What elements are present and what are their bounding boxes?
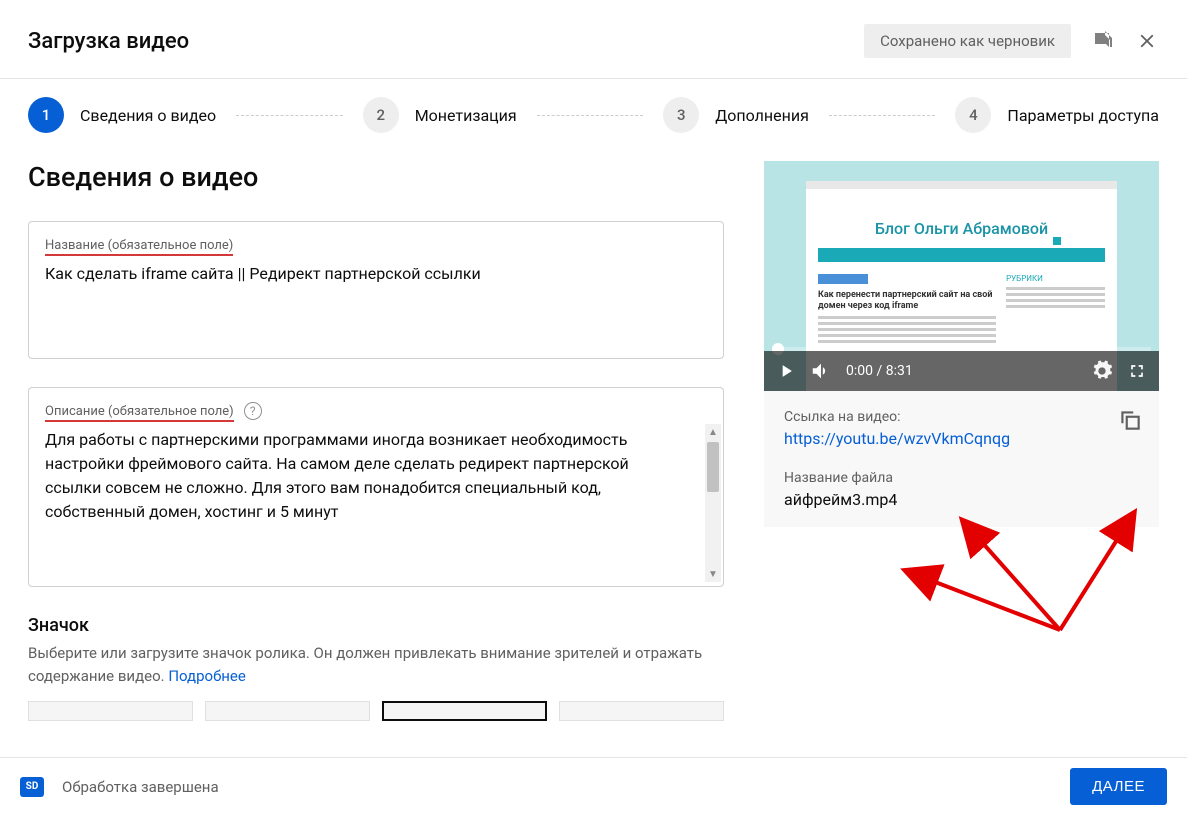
description-field[interactable]: Описание (обязательное поле) ? Для работ… [28,387,724,587]
filename-label: Название файла [784,470,1139,486]
step-label: Сведения о видео [80,106,216,125]
step-label: Монетизация [415,106,517,125]
feedback-icon[interactable] [1091,29,1115,53]
details-column: Сведения о видео Название (обязательное … [28,161,724,751]
volume-icon[interactable] [810,360,832,382]
player-controls: 0:00 / 8:31 [764,351,1159,391]
processing-status: Обработка завершена [62,778,1070,796]
step-connector [537,115,644,116]
step-monetization[interactable]: 2 Монетизация [363,97,517,133]
step-label: Дополнения [715,106,809,125]
play-icon[interactable] [776,361,796,381]
step-connector [829,115,936,116]
description-input[interactable]: Для работы с партнерскими программами ин… [45,428,707,574]
preview-article-title: Как перенести партнерский сайт на свой д… [818,290,996,312]
player-time: 0:00 / 8:31 [846,363,913,379]
video-preview[interactable]: Блог Ольги Абрамовой Как перенести партн… [764,161,1159,391]
step-details[interactable]: 1 Сведения о видео [28,97,216,133]
thumbnail-option[interactable] [205,701,370,721]
draft-status-badge: Сохранено как черновик [864,24,1071,58]
step-number: 1 [28,97,64,133]
title-input[interactable]: Как сделать iframe сайта || Редирект пар… [45,262,707,286]
preview-sidebar-title: РУБРИКИ [1006,274,1105,283]
step-label: Параметры доступа [1007,106,1159,125]
thumbnail-options [28,701,724,721]
scroll-up-icon[interactable]: ▲ [705,424,721,440]
next-button[interactable]: ДАЛЕЕ [1070,768,1167,805]
title-label: Название (обязательное поле) [45,238,233,256]
upload-stepper: 1 Сведения о видео 2 Монетизация 3 Допол… [0,79,1187,151]
filename-value: айфрейм3.mp4 [784,490,1139,509]
description-scrollbar[interactable]: ▲ ▼ [705,424,721,582]
copy-link-button[interactable] [1117,407,1143,437]
title-field[interactable]: Название (обязательное поле) Как сделать… [28,221,724,359]
settings-icon[interactable] [1091,360,1113,382]
thumbnail-option[interactable] [559,701,724,721]
scroll-down-icon[interactable]: ▼ [705,566,721,582]
close-icon[interactable] [1135,29,1159,53]
dialog-footer: SD Обработка завершена ДАЛЕЕ [0,757,1187,815]
help-icon[interactable]: ? [244,402,262,420]
preview-nav [818,248,1105,262]
sd-quality-badge: SD [20,777,44,797]
preview-blog-title: Блог Ольги Абрамовой [818,219,1105,238]
thumbnail-option[interactable] [28,701,193,721]
thumbnail-desc-text: Выберите или загрузите значок ролика. Он… [28,644,702,685]
section-title: Сведения о видео [28,161,724,193]
step-number: 3 [663,97,699,133]
step-connector [236,115,343,116]
content-area: Сведения о видео Название (обязательное … [0,151,1187,751]
thumbnail-option-selected[interactable] [382,701,547,721]
thumbnail-description: Выберите или загрузите значок ролика. Он… [28,642,724,687]
header-actions: Сохранено как черновик [864,24,1159,58]
scroll-thumb[interactable] [707,442,719,492]
video-link[interactable]: https://youtu.be/wzvVkmCqnqg [784,429,1139,448]
preview-button [818,274,868,284]
video-info-panel: Ссылка на видео: https://youtu.be/wzvVkm… [764,391,1159,527]
preview-column: Блог Ольги Абрамовой Как перенести партн… [764,161,1159,751]
step-number: 4 [955,97,991,133]
dialog-title: Загрузка видео [28,29,189,54]
thumbnail-title: Значок [28,615,724,636]
step-number: 2 [363,97,399,133]
step-visibility[interactable]: 4 Параметры доступа [955,97,1159,133]
thumbnail-more-link[interactable]: Подробнее [168,667,246,685]
video-link-label: Ссылка на видео: [784,409,1139,425]
description-label: Описание (обязательное поле) [45,404,234,422]
dialog-header: Загрузка видео Сохранено как черновик [0,0,1187,79]
fullscreen-icon[interactable] [1127,361,1147,381]
step-elements[interactable]: 3 Дополнения [663,97,809,133]
thumbnail-section: Значок Выберите или загрузите значок рол… [28,615,724,721]
